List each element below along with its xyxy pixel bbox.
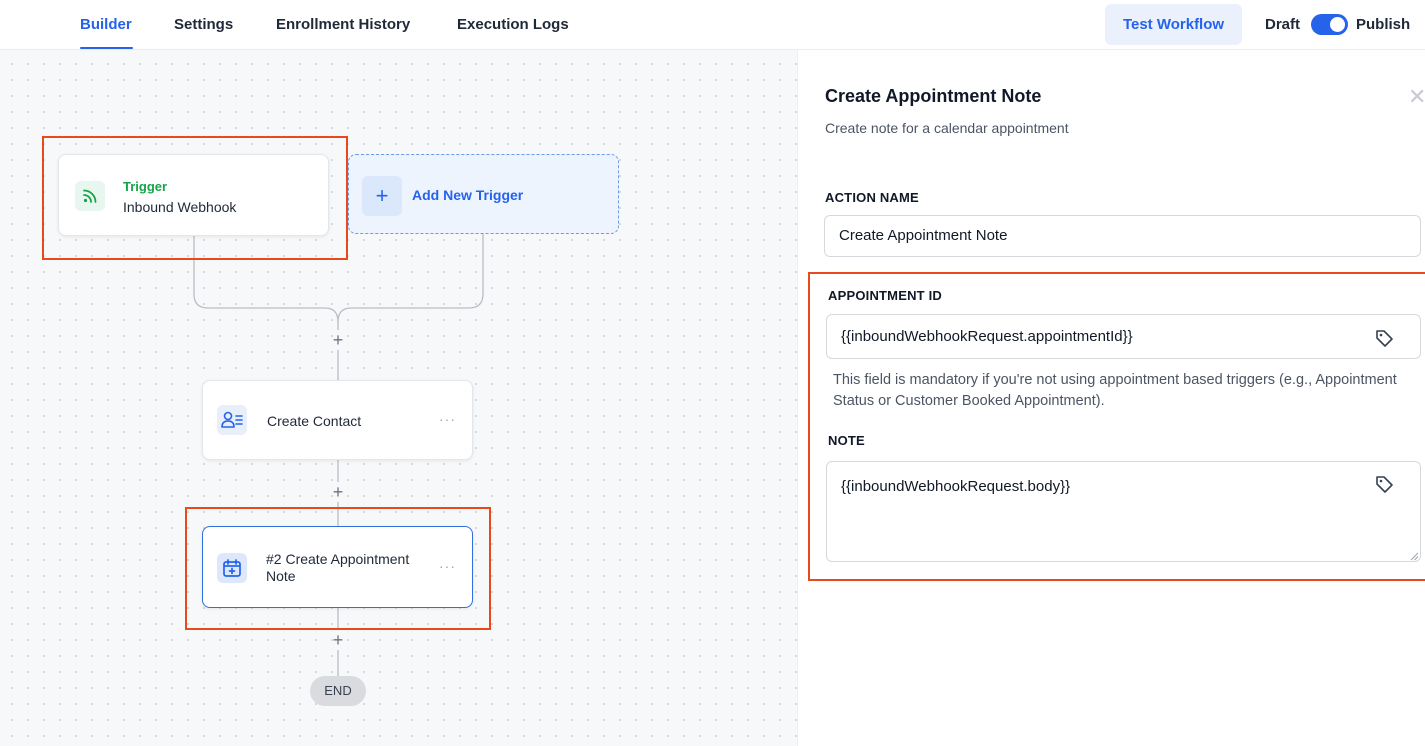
publish-toggle[interactable] bbox=[1311, 14, 1348, 35]
workflow-canvas[interactable]: Trigger Inbound Webhook + Add New Trigge… bbox=[0, 50, 797, 746]
action-settings-panel: Create Appointment Note Create note for … bbox=[797, 50, 1425, 746]
calendar-plus-icon bbox=[217, 553, 247, 583]
tab-execution-logs[interactable]: Execution Logs bbox=[457, 16, 569, 33]
note-textarea[interactable]: {{inboundWebhookRequest.body}} bbox=[826, 461, 1421, 562]
resize-handle-icon[interactable] bbox=[1410, 552, 1419, 561]
note-label: NOTE bbox=[828, 433, 865, 448]
publish-label: Publish bbox=[1356, 16, 1411, 33]
add-step-plus-icon[interactable]: + bbox=[328, 630, 348, 650]
tab-enrollment-history[interactable]: Enrollment History bbox=[276, 16, 410, 33]
appointment-id-helper-text: This field is mandatory if you're not us… bbox=[833, 372, 1397, 409]
step-label: Create Contact bbox=[267, 413, 362, 429]
end-node: END bbox=[310, 676, 366, 706]
appointment-id-value: {{inboundWebhookRequest.appointmentId}} bbox=[841, 328, 1133, 345]
trigger-title: Trigger bbox=[123, 179, 168, 194]
rss-icon bbox=[75, 181, 105, 211]
active-tab-indicator bbox=[80, 47, 133, 49]
appointment-id-label: APPOINTMENT ID bbox=[828, 288, 943, 303]
draft-label: Draft bbox=[1265, 16, 1301, 33]
more-options-icon[interactable]: ··· bbox=[439, 558, 456, 574]
panel-subtitle: Create note for a calendar appointment bbox=[825, 120, 1069, 136]
plus-icon: + bbox=[362, 176, 402, 216]
panel-title: Create Appointment Note bbox=[825, 86, 1042, 106]
trigger-name: Inbound Webhook bbox=[123, 199, 237, 215]
add-step-plus-icon[interactable]: + bbox=[328, 330, 348, 350]
more-options-icon[interactable]: ··· bbox=[439, 411, 456, 427]
add-new-trigger-label: Add New Trigger bbox=[412, 187, 524, 203]
step-label: #2 Create Appointment Note bbox=[266, 551, 410, 584]
toggle-knob bbox=[1330, 17, 1345, 32]
action-name-label: ACTION NAME bbox=[825, 190, 919, 205]
action-name-input[interactable]: Create Appointment Note bbox=[824, 215, 1421, 257]
step-create-contact[interactable]: Create Contact ··· bbox=[202, 380, 473, 460]
top-navigation: Builder Settings Enrollment History Exec… bbox=[0, 0, 1425, 50]
appointment-id-input[interactable]: {{inboundWebhookRequest.appointmentId}} bbox=[826, 314, 1421, 359]
add-new-trigger-button[interactable]: + Add New Trigger bbox=[348, 154, 619, 234]
contact-list-icon bbox=[217, 405, 247, 435]
test-workflow-button[interactable]: Test Workflow bbox=[1105, 4, 1242, 45]
close-icon[interactable]: ✕ bbox=[1408, 84, 1425, 110]
tag-icon[interactable] bbox=[1374, 328, 1394, 348]
tab-builder[interactable]: Builder bbox=[80, 16, 132, 33]
tag-icon[interactable] bbox=[1374, 474, 1394, 494]
step-create-appointment-note[interactable]: #2 Create Appointment Note ··· bbox=[202, 526, 473, 608]
trigger-node[interactable]: Trigger Inbound Webhook bbox=[58, 154, 329, 236]
note-value: {{inboundWebhookRequest.body}} bbox=[841, 478, 1071, 495]
tab-settings[interactable]: Settings bbox=[174, 16, 233, 33]
add-step-plus-icon[interactable]: + bbox=[328, 482, 348, 502]
